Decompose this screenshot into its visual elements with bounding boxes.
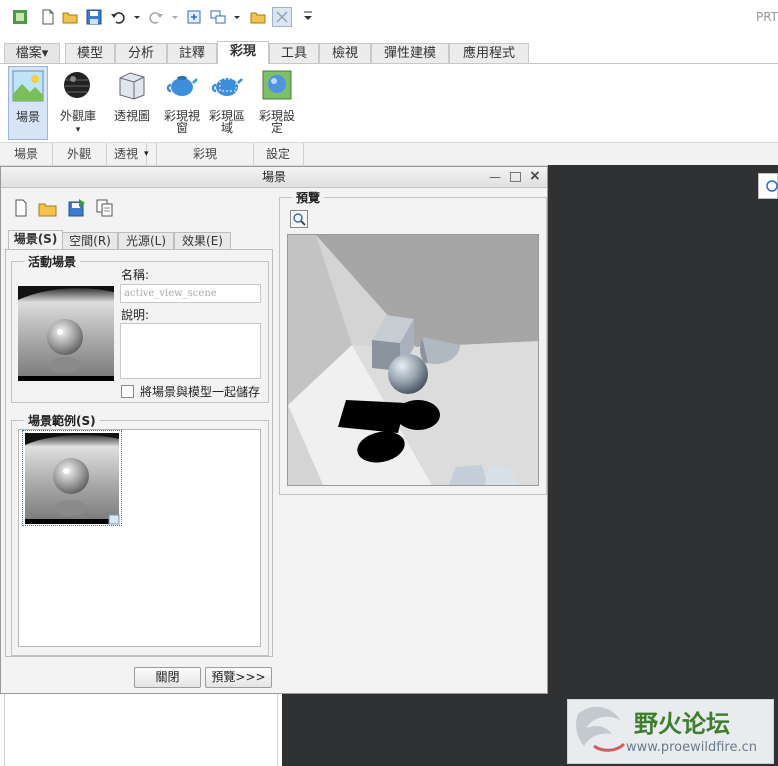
group-appearance: 外觀 bbox=[52, 143, 107, 165]
scene-name-field[interactable] bbox=[120, 284, 261, 303]
tab-room[interactable]: 空間(R) bbox=[62, 232, 118, 250]
windows-icon[interactable] bbox=[210, 9, 226, 25]
render-settings-label-2: 定 bbox=[270, 121, 283, 135]
app-icon bbox=[12, 9, 28, 25]
tab-tools[interactable]: 工具 bbox=[269, 43, 319, 63]
save-icon[interactable] bbox=[86, 9, 102, 25]
appearance-gallery-button[interactable]: 外觀庫 ▾ bbox=[56, 66, 100, 140]
preview-viewport[interactable] bbox=[287, 234, 539, 486]
redo-dropdown-icon[interactable] bbox=[170, 9, 180, 25]
customize-toolbar-icon[interactable] bbox=[302, 9, 314, 25]
render-region-button[interactable]: 彩現區 域 bbox=[206, 66, 248, 140]
render-window-label-2: 窗 bbox=[175, 121, 188, 135]
preview-zoom-icon[interactable] bbox=[290, 210, 308, 228]
dialog-close-icon[interactable]: × bbox=[529, 168, 541, 184]
render-region-label-2: 域 bbox=[220, 121, 233, 135]
minimize-icon[interactable]: — bbox=[489, 170, 501, 184]
scene-dialog: 場景 — × 場景(S) 空間(R) 光源(L) 效果(E) 活動場景 名稱: … bbox=[0, 166, 548, 694]
appearance-sphere-icon bbox=[64, 72, 90, 98]
group-perspective[interactable]: 透視 bbox=[106, 143, 147, 165]
preview-legend: 預覽 bbox=[296, 191, 321, 205]
copy-scene-icon[interactable] bbox=[96, 199, 114, 220]
render-settings-icon bbox=[262, 70, 292, 100]
model-tree-area bbox=[0, 693, 282, 766]
render-settings-button[interactable]: 彩現設 定 bbox=[256, 66, 298, 140]
watermark-title: 野火论坛 bbox=[634, 710, 730, 738]
scene-example-thumbnail[interactable] bbox=[22, 430, 122, 526]
graphics-area[interactable]: 野火论坛 www.proewildfire.cn bbox=[548, 165, 778, 766]
model-tree-panel bbox=[4, 693, 278, 766]
undo-dropdown-icon[interactable] bbox=[132, 9, 142, 25]
tab-view[interactable]: 檢視 bbox=[319, 43, 371, 63]
undo-icon[interactable] bbox=[110, 9, 126, 25]
preview-button[interactable]: 預覽>>> bbox=[205, 667, 272, 688]
graphics-area-lower bbox=[282, 693, 548, 766]
scene-examples-legend: 場景範例(S) bbox=[28, 414, 96, 428]
save-with-model-label: 將場景與模型一起儲存 bbox=[140, 385, 261, 399]
open-scene-icon[interactable] bbox=[38, 199, 58, 220]
save-scene-icon[interactable] bbox=[67, 198, 87, 221]
active-scene-legend: 活動場景 bbox=[28, 255, 77, 269]
graphics-toolbar bbox=[758, 173, 778, 199]
tab-flexible-modeling[interactable]: 彈性建模 bbox=[371, 43, 449, 63]
ribbon-tab-bar: 檔案▾ 模型 分析 註釋 彩現 工具 檢視 彈性建模 應用程式 bbox=[0, 41, 778, 64]
active-scene-thumbnail bbox=[18, 286, 114, 381]
tab-analysis[interactable]: 分析 bbox=[115, 43, 167, 63]
maximize-icon[interactable] bbox=[510, 172, 521, 182]
scene-description-field[interactable] bbox=[120, 323, 261, 379]
tab-render[interactable]: 彩現 bbox=[217, 41, 269, 64]
tab-scene[interactable]: 場景(S) bbox=[8, 230, 63, 250]
folder-icon[interactable] bbox=[250, 9, 266, 25]
regenerate-icon[interactable] bbox=[186, 9, 202, 25]
close-window-icon[interactable] bbox=[272, 7, 292, 27]
appearance-dropdown-icon[interactable]: ▾ bbox=[56, 124, 100, 136]
group-scene: 場景 bbox=[0, 143, 53, 165]
tab-lights[interactable]: 光源(L) bbox=[118, 232, 174, 250]
teapot-region-icon bbox=[211, 78, 243, 96]
render-window-button[interactable]: 彩現視 窗 bbox=[162, 66, 202, 140]
description-label: 說明: bbox=[121, 308, 150, 322]
name-label: 名稱: bbox=[121, 268, 150, 282]
tab-applications[interactable]: 應用程式 bbox=[449, 43, 529, 63]
watermark-url: www.proewildfire.cn bbox=[626, 740, 757, 755]
close-button[interactable]: 關閉 bbox=[134, 667, 201, 688]
perspective-group-dropdown-icon[interactable]: ▾ bbox=[144, 143, 157, 165]
watermark-logo: 野火论坛 www.proewildfire.cn bbox=[567, 699, 774, 764]
app-title: PRT bbox=[755, 10, 778, 24]
teapot-icon bbox=[166, 76, 198, 96]
redo-icon[interactable] bbox=[148, 9, 164, 25]
scene-button[interactable]: 場景 bbox=[8, 66, 48, 140]
quick-access-toolbar: PRT bbox=[0, 0, 778, 38]
appearance-gallery-label: 外觀庫 bbox=[59, 109, 96, 123]
ribbon-panel: 場景 外觀庫 ▾ 透視圖 彩現視 窗 彩現區 域 彩現設 定 bbox=[0, 64, 778, 142]
tab-model[interactable]: 模型 bbox=[65, 43, 115, 63]
new-scene-icon[interactable] bbox=[13, 199, 29, 220]
open-folder-icon[interactable] bbox=[62, 9, 78, 25]
perspective-button[interactable]: 透視圖 bbox=[110, 66, 154, 140]
scene-icon bbox=[12, 70, 44, 102]
windows-dropdown-icon[interactable] bbox=[232, 9, 242, 25]
dialog-title: 場景 bbox=[1, 167, 547, 188]
group-settings: 設定 bbox=[253, 143, 304, 165]
save-with-model-checkbox[interactable] bbox=[121, 385, 134, 398]
ribbon-group-row: 場景 外觀 透視 ▾ 彩現 設定 bbox=[0, 142, 778, 166]
new-file-icon[interactable] bbox=[40, 9, 56, 25]
perspective-cube-icon bbox=[119, 72, 145, 100]
perspective-label: 透視圖 bbox=[113, 109, 150, 123]
scene-label: 場景 bbox=[15, 110, 40, 124]
group-render: 彩現 bbox=[157, 143, 254, 165]
tab-file[interactable]: 檔案▾ bbox=[4, 43, 60, 63]
tab-effects[interactable]: 效果(E) bbox=[174, 232, 231, 250]
tab-annotate[interactable]: 註釋 bbox=[167, 43, 217, 63]
